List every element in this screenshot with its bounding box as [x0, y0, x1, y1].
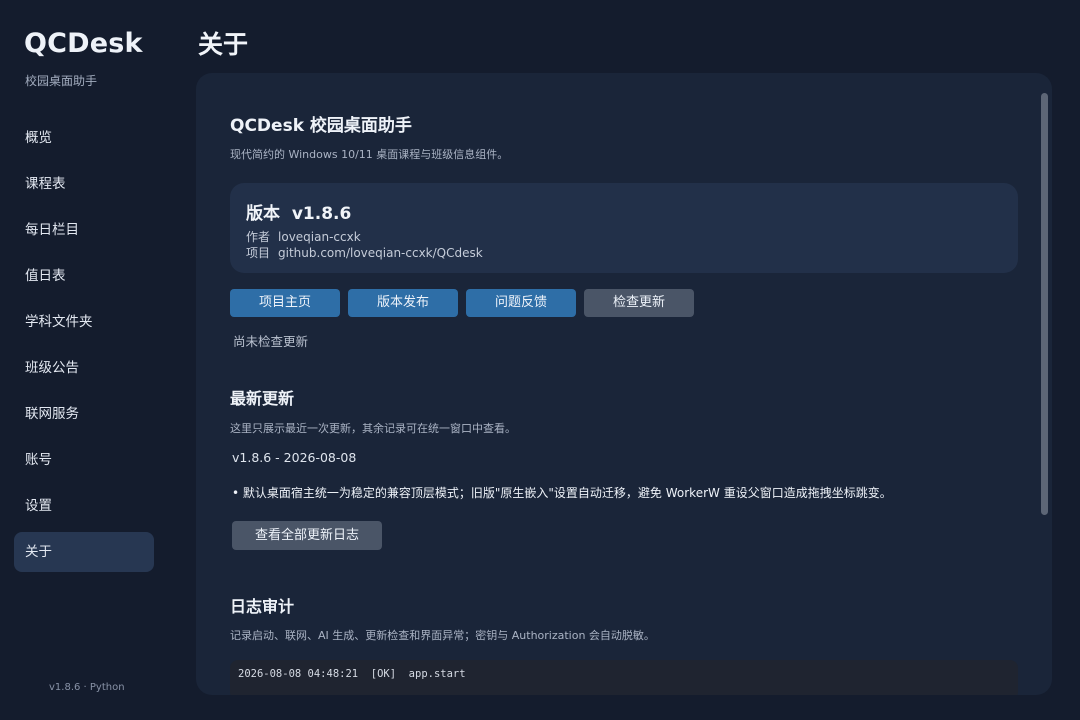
latest-update-description: 这里只展示最近一次更新，其余记录可在统一窗口中查看。 [230, 422, 516, 435]
version-card: 版本 v1.8.6 作者 loveqian-ccxk 项目 github.com/l… [230, 183, 1018, 273]
brand-subtitle: 校园桌面助手 [25, 74, 98, 88]
log-entry: 2026-08-08 04:48:21 [OK] app.start [238, 668, 466, 680]
sidebar: QCDesk 校园桌面助手 概览 课程表 每日栏目 值日表 学科文件夹 班级公告… [0, 0, 170, 720]
sidebar-item-timetable[interactable]: 课程表 [14, 164, 154, 204]
brand-title: QCDesk [24, 28, 143, 59]
sidebar-item-subject-folders[interactable]: 学科文件夹 [14, 302, 154, 342]
log-viewer[interactable]: 2026-08-08 04:48:21 [OK] app.start [230, 660, 1018, 695]
project-info: 项目 github.com/loveqian-ccxk/QCdesk [246, 244, 483, 261]
feedback-button[interactable]: 问题反馈 [466, 289, 576, 317]
project-label: 项目 [246, 246, 271, 260]
app-name: QCDesk 校园桌面助手 [230, 116, 412, 136]
app-description: 现代简约的 Windows 10/11 桌面课程与班级信息组件。 [230, 148, 509, 161]
latest-update-title: 最新更新 [230, 389, 295, 408]
scrollbar-thumb[interactable] [1041, 93, 1048, 515]
version-label: 版本 [246, 204, 280, 224]
page-title: 关于 [198, 30, 249, 59]
sidebar-item-class-notices[interactable]: 班级公告 [14, 348, 154, 388]
sidebar-version-footer: v1.8.6 · Python [49, 682, 125, 693]
version-info: 版本 v1.8.6 [246, 199, 351, 224]
app-window: QCDesk 校园桌面助手 概览 课程表 每日栏目 值日表 学科文件夹 班级公告… [0, 0, 1080, 720]
project-homepage-button[interactable]: 项目主页 [230, 289, 340, 317]
view-all-changelog-button[interactable]: 查看全部更新日志 [232, 521, 382, 550]
sidebar-item-settings[interactable]: 设置 [14, 486, 154, 526]
sidebar-nav: 概览 课程表 每日栏目 值日表 学科文件夹 班级公告 联网服务 账号 设置 关于 [14, 118, 154, 578]
log-audit-title: 日志审计 [230, 597, 295, 616]
sidebar-item-online-services[interactable]: 联网服务 [14, 394, 154, 434]
sidebar-item-account[interactable]: 账号 [14, 440, 154, 480]
version-number: v1.8.6 [291, 204, 352, 224]
panel-scrollbar[interactable] [1041, 93, 1048, 515]
latest-update-version: v1.8.6 - 2026-08-08 [232, 450, 357, 465]
about-panel: QCDesk 校园桌面助手 现代简约的 Windows 10/11 桌面课程与班… [196, 73, 1052, 695]
sidebar-item-daily-column[interactable]: 每日栏目 [14, 210, 154, 250]
sidebar-item-about[interactable]: 关于 [14, 532, 154, 572]
author-info: 作者 loveqian-ccxk [246, 228, 361, 245]
update-check-status: 尚未检查更新 [233, 334, 309, 349]
sidebar-item-duty-roster[interactable]: 值日表 [14, 256, 154, 296]
author-label: 作者 [246, 230, 271, 244]
latest-update-note: • 默认桌面宿主统一为稳定的兼容顶层模式；旧版"原生嵌入"设置自动迁移，避免 W… [232, 486, 892, 500]
check-update-button[interactable]: 检查更新 [584, 289, 694, 317]
author-value: loveqian-ccxk [278, 230, 361, 244]
log-audit-description: 记录启动、联网、AI 生成、更新检查和界面异常；密钥与 Authorizatio… [230, 629, 655, 642]
about-actions: 项目主页 版本发布 问题反馈 检查更新 [230, 289, 694, 317]
sidebar-item-overview[interactable]: 概览 [14, 118, 154, 158]
releases-button[interactable]: 版本发布 [348, 289, 458, 317]
project-url: github.com/loveqian-ccxk/QCdesk [278, 246, 483, 260]
